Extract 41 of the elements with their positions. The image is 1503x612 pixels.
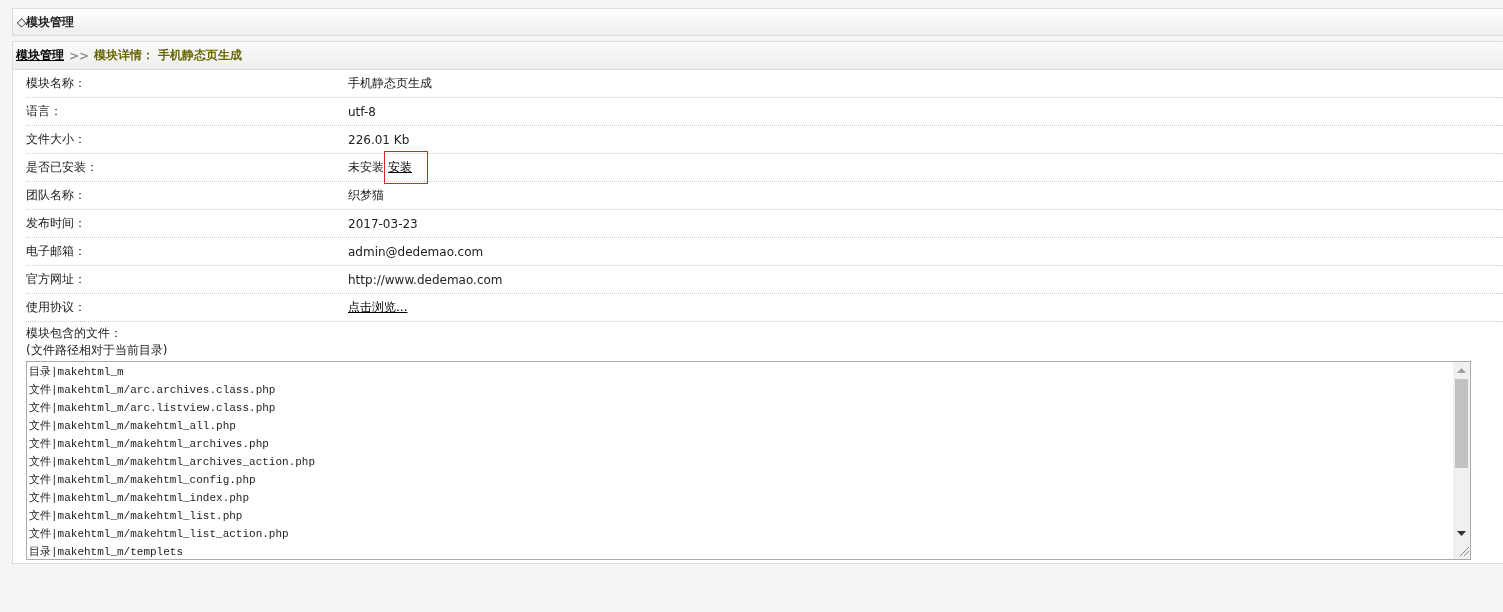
file-path-line: 文件|makehtml_m/makehtml_config.php (29, 473, 257, 488)
scroll-up-icon[interactable] (1457, 368, 1466, 373)
field-label: 文件大小： (26, 131, 87, 148)
resize-grip-icon[interactable] (1458, 546, 1469, 556)
breadcrumb-current: 模块详情： 手机静态页生成 (94, 47, 243, 64)
file-path-line: 文件|makehtml_m/arc.archives.class.php (29, 383, 277, 398)
scrollbar-thumb[interactable] (1455, 379, 1468, 468)
field-value: 226.01 Kb (348, 132, 410, 147)
scrollbar[interactable] (1453, 362, 1470, 559)
field-label: 发布时间： (26, 215, 87, 232)
file-path-line: 文件|makehtml_m/makehtml_all.php (29, 419, 237, 434)
file-path-line: 文件|makehtml_m/arc.listview.class.php (29, 401, 277, 416)
file-path-line: 目录|makehtml_m (29, 365, 125, 380)
field-label: 电子邮箱： (26, 243, 87, 260)
install-status: 未安装 (348, 159, 384, 176)
breadcrumb-link[interactable]: 模块管理 (16, 47, 64, 64)
file-path-line: 文件|makehtml_m/makehtml_list_action.php (29, 527, 290, 542)
file-path-line: 文件|makehtml_m/makehtml_archives_action.php (29, 455, 317, 470)
file-path-line: 目录|makehtml_m/templets (29, 545, 185, 559)
field-value: 2017-03-23 (348, 216, 418, 231)
agreement-link[interactable]: 点击浏览... (348, 299, 408, 316)
install-link[interactable]: 安装 (388, 160, 412, 174)
section-title: ◇模块管理 (17, 13, 75, 31)
field-value: 织梦猫 (348, 187, 384, 204)
files-label: 模块包含的文件： (26, 325, 123, 342)
field-label: 团队名称： (26, 187, 87, 204)
file-path-line: 文件|makehtml_m/makehtml_list.php (29, 509, 244, 524)
field-label: 是否已安装： (26, 159, 99, 176)
field-label: 模块名称： (26, 75, 87, 92)
field-value: admin@dedemao.com (348, 244, 484, 259)
file-path-line: 文件|makehtml_m/makehtml_archives.php (29, 437, 270, 452)
breadcrumb-separator: >> (69, 48, 90, 63)
field-value: utf-8 (348, 104, 376, 119)
field-value: http://www.dedemao.com (348, 272, 503, 287)
files-note: (文件路径相对于当前目录) (26, 342, 169, 359)
field-label: 语言： (26, 103, 63, 120)
field-label: 官方网址： (26, 271, 87, 288)
field-label: 使用协议： (26, 299, 87, 316)
scroll-down-icon[interactable] (1457, 531, 1466, 536)
file-path-line: 文件|makehtml_m/makehtml_index.php (29, 491, 251, 506)
field-value: 手机静态页生成 (348, 75, 432, 92)
